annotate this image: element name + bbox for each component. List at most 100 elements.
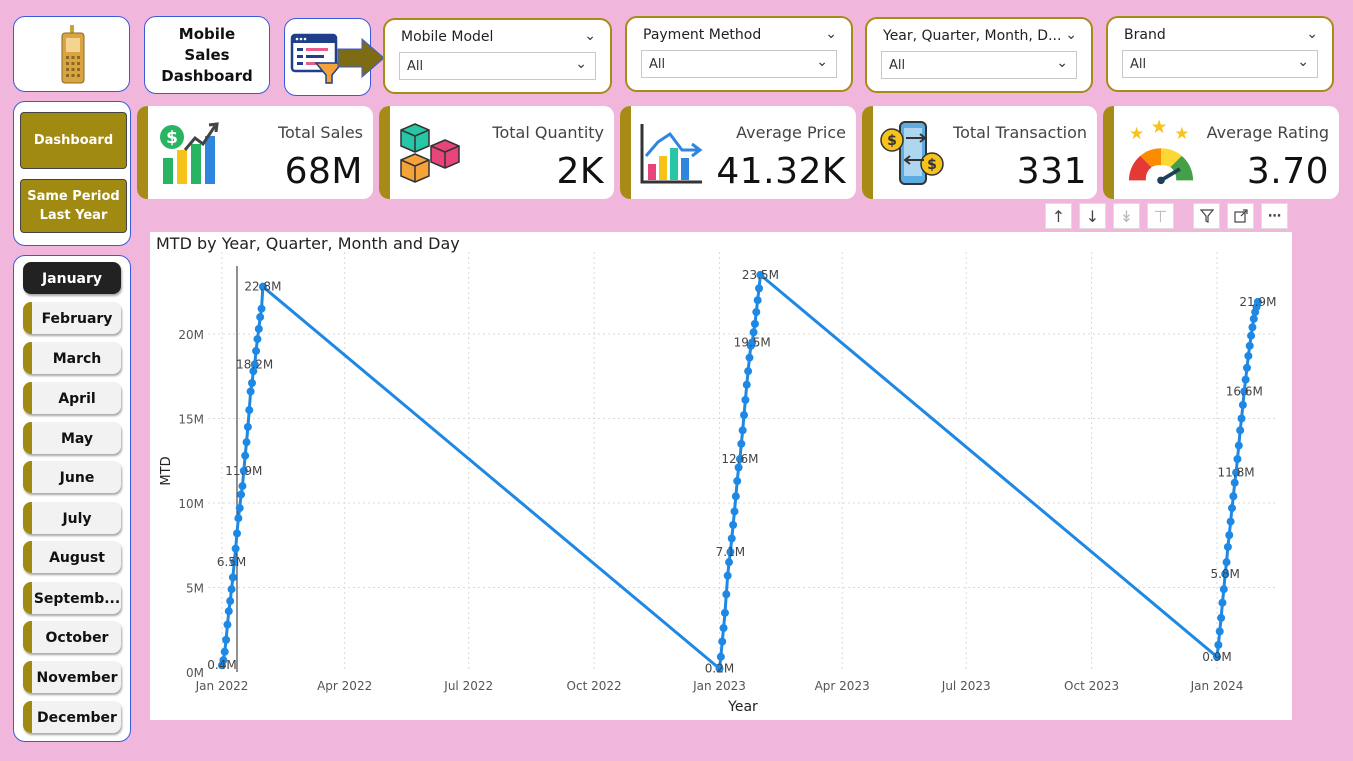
chevron-down-icon[interactable]: ⌄ bbox=[1306, 26, 1318, 42]
data-point bbox=[1226, 517, 1235, 526]
data-point bbox=[716, 652, 725, 661]
month-december[interactable]: December bbox=[23, 701, 121, 733]
data-point bbox=[1215, 627, 1224, 636]
month-label: June bbox=[59, 470, 95, 486]
drill-up-icon[interactable]: ↑ bbox=[1045, 203, 1072, 229]
mtd-line-chart: MTD by Year, Quarter, Month and Day Year… bbox=[150, 232, 1292, 720]
data-point bbox=[737, 439, 746, 448]
slicer-value: All bbox=[889, 58, 906, 73]
go-to-next-level-icon[interactable]: ↡ bbox=[1113, 203, 1140, 229]
month-january[interactable]: January bbox=[23, 262, 121, 294]
svg-text:$: $ bbox=[166, 128, 178, 148]
data-point bbox=[243, 422, 252, 431]
slicer-value: All bbox=[1130, 57, 1147, 72]
chevron-down-icon[interactable]: ⌄ bbox=[825, 26, 837, 42]
drill-down-icon[interactable]: ↓ bbox=[1079, 203, 1106, 229]
month-february[interactable]: February bbox=[23, 302, 121, 334]
data-point bbox=[753, 296, 762, 305]
slicer-dropdown[interactable]: All ⌄ bbox=[1122, 50, 1318, 78]
filter-icon[interactable] bbox=[1193, 203, 1220, 229]
data-point bbox=[738, 426, 747, 435]
data-label: 0.9M bbox=[1202, 650, 1231, 664]
kpi-value: 68M bbox=[284, 151, 363, 192]
chart-svg: MTD by Year, Quarter, Month and Day Year… bbox=[156, 234, 1276, 715]
month-june[interactable]: June bbox=[23, 461, 121, 493]
chevron-down-icon[interactable]: ⌄ bbox=[816, 54, 828, 70]
slicer-dropdown[interactable]: All ⌄ bbox=[641, 50, 837, 78]
kpi-average-price: Average Price 41.32K bbox=[620, 106, 856, 199]
data-label: 6.5M bbox=[217, 555, 246, 569]
svg-text:★: ★ bbox=[1174, 124, 1189, 144]
data-label: 23.5M bbox=[742, 268, 779, 282]
data-point bbox=[750, 319, 759, 328]
data-point bbox=[729, 520, 738, 529]
more-options-icon[interactable]: ⋯ bbox=[1261, 203, 1288, 229]
kpi-total-sales: $ Total Sales 68M bbox=[137, 106, 373, 199]
data-point bbox=[1237, 414, 1246, 423]
month-label: November bbox=[36, 670, 118, 686]
svg-text:★: ★ bbox=[1129, 124, 1144, 144]
dashboard-title-card: Mobile Sales Dashboard bbox=[144, 16, 270, 94]
slicer-date-hierarchy[interactable]: Year, Quarter, Month, D... ⌄ All ⌄ bbox=[865, 17, 1093, 93]
same-period-button-label: Same Period Last Year bbox=[27, 189, 120, 223]
chevron-down-icon[interactable]: ⌄ bbox=[1297, 54, 1309, 70]
data-label: 22.8M bbox=[244, 280, 281, 294]
data-point bbox=[238, 482, 247, 491]
data-point bbox=[242, 438, 251, 447]
slicer-dropdown[interactable]: All ⌄ bbox=[881, 51, 1077, 79]
slicer-mobile-model[interactable]: Mobile Model ⌄ All ⌄ bbox=[383, 18, 612, 94]
data-point bbox=[228, 573, 237, 582]
month-august[interactable]: August bbox=[23, 541, 121, 573]
slicer-brand[interactable]: Brand ⌄ All ⌄ bbox=[1106, 16, 1334, 92]
data-label: 7.1M bbox=[716, 545, 745, 559]
data-point bbox=[1225, 531, 1234, 540]
data-point bbox=[731, 492, 740, 501]
x-tick-label: Jul 2022 bbox=[443, 679, 493, 693]
month-november[interactable]: November bbox=[23, 661, 121, 693]
x-tick-label: Jul 2023 bbox=[941, 679, 991, 693]
data-point bbox=[720, 608, 729, 617]
data-point bbox=[1217, 613, 1226, 622]
data-label: 0.4M bbox=[207, 658, 236, 672]
month-september[interactable]: Septemb... bbox=[23, 582, 121, 614]
chevron-down-icon[interactable]: ⌄ bbox=[1065, 27, 1077, 43]
data-point bbox=[254, 324, 263, 333]
slicer-dropdown[interactable]: All ⌄ bbox=[399, 52, 596, 80]
data-point bbox=[741, 395, 750, 404]
y-tick-label: 20M bbox=[178, 328, 204, 342]
page-title: Mobile Sales Dashboard bbox=[161, 24, 253, 85]
expand-hierarchy-icon[interactable]: ⊤ bbox=[1147, 203, 1174, 229]
month-october[interactable]: October bbox=[23, 621, 121, 653]
data-point bbox=[220, 647, 229, 656]
month-label: October bbox=[45, 630, 109, 646]
data-point bbox=[223, 620, 232, 629]
price-chart-icon bbox=[640, 124, 703, 184]
data-point bbox=[745, 353, 754, 362]
data-label: 11.9M bbox=[225, 464, 262, 478]
data-point bbox=[1242, 363, 1251, 372]
month-march[interactable]: March bbox=[23, 342, 121, 374]
chevron-down-icon[interactable]: ⌄ bbox=[1056, 55, 1068, 71]
month-label: February bbox=[41, 311, 113, 327]
data-point bbox=[241, 451, 250, 460]
chevron-down-icon[interactable]: ⌄ bbox=[584, 28, 596, 44]
month-april[interactable]: April bbox=[23, 382, 121, 414]
month-july[interactable]: July bbox=[23, 502, 121, 534]
boxes-icon bbox=[400, 123, 460, 183]
same-period-last-year-button[interactable]: Same Period Last Year bbox=[20, 179, 127, 233]
chevron-down-icon[interactable]: ⌄ bbox=[575, 56, 587, 72]
data-point bbox=[1218, 598, 1227, 607]
filter-button[interactable] bbox=[284, 18, 385, 96]
dashboard-button[interactable]: Dashboard bbox=[20, 112, 127, 169]
month-label: January bbox=[41, 271, 103, 287]
month-may[interactable]: May bbox=[23, 422, 121, 454]
arrow-right-icon bbox=[337, 37, 385, 79]
svg-text:★: ★ bbox=[1151, 120, 1168, 138]
data-point bbox=[1247, 331, 1256, 340]
data-point bbox=[722, 590, 731, 599]
mobile-phone-icon bbox=[61, 25, 85, 84]
slicer-payment-method[interactable]: Payment Method ⌄ All ⌄ bbox=[625, 16, 853, 92]
slicer-value: All bbox=[407, 59, 424, 74]
focus-mode-icon[interactable] bbox=[1227, 203, 1254, 229]
data-point bbox=[744, 367, 753, 376]
